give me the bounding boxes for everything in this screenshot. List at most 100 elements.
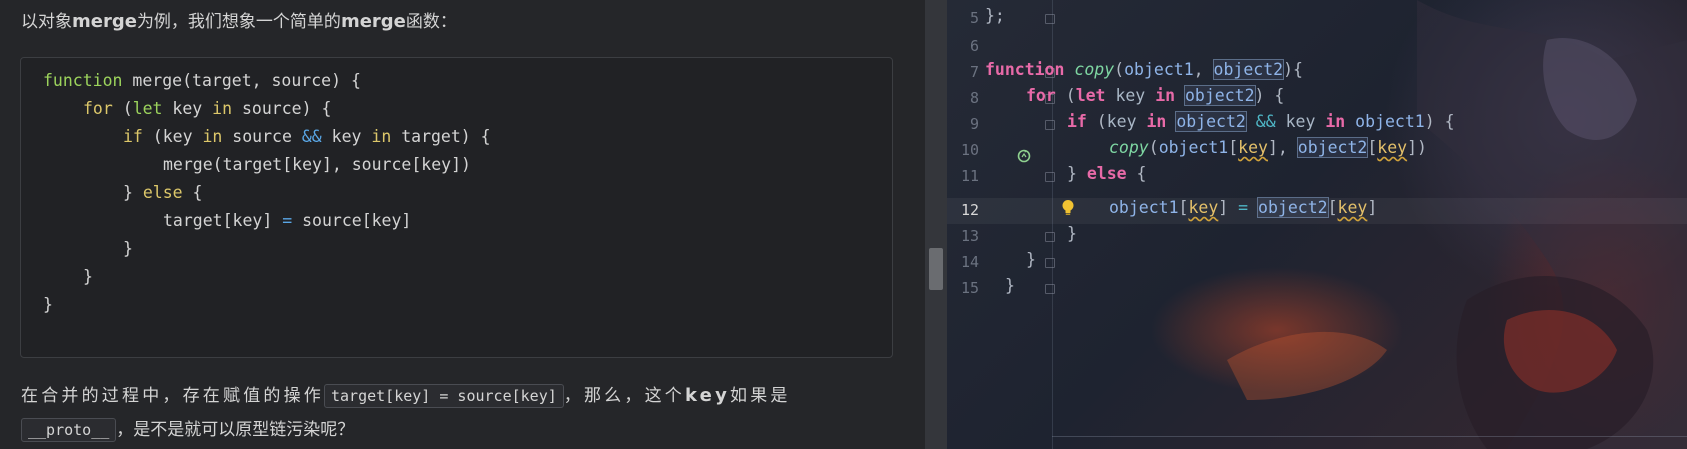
line-number: 5 bbox=[969, 9, 979, 27]
intro-text: 函数： bbox=[405, 12, 457, 32]
code-token: ( bbox=[112, 99, 133, 118]
paragraph-text: ，是不是就可以原型链污染呢？ bbox=[116, 420, 355, 440]
line-number: 6 bbox=[969, 37, 979, 55]
intro-keyword-merge: merge bbox=[72, 11, 137, 32]
code-token: source bbox=[222, 127, 302, 146]
fold-marker[interactable] bbox=[1045, 232, 1055, 242]
line-number: 10 bbox=[960, 141, 979, 159]
code-token: object2 bbox=[1257, 197, 1329, 218]
scrollbar-thumb[interactable] bbox=[929, 248, 943, 290]
code-token: in bbox=[1146, 112, 1167, 131]
assignment-paragraph: 在合并的过程中，存在赋值的操作 target[key] = source[key]… bbox=[21, 381, 791, 408]
lightbulb-icon[interactable] bbox=[1061, 199, 1075, 217]
code-token: target[key] bbox=[163, 211, 283, 230]
code-line: function merge(target, source) { bbox=[43, 71, 361, 90]
code-token: in bbox=[371, 127, 392, 146]
fold-marker[interactable] bbox=[1045, 258, 1055, 268]
paragraph-text: ，那么，这个 bbox=[563, 386, 685, 406]
code-token: let bbox=[132, 99, 163, 118]
code-line: } bbox=[43, 295, 53, 314]
code-token: key bbox=[1188, 198, 1219, 217]
code-token: object2 bbox=[1296, 137, 1369, 158]
fold-marker[interactable] bbox=[1045, 14, 1055, 24]
code-token: for bbox=[1026, 86, 1056, 105]
editor-line-5[interactable]: }; bbox=[985, 6, 1005, 25]
code-line: } else { bbox=[123, 183, 203, 202]
code-token: key bbox=[1377, 138, 1408, 157]
editor-line-7[interactable]: function copy(object1, object2){ bbox=[985, 59, 1303, 80]
code-token: else bbox=[142, 183, 183, 202]
editor-line-10[interactable]: copy(object1[key], object2[key]) bbox=[1109, 137, 1427, 158]
code-token: in bbox=[1325, 112, 1346, 131]
code-token: key bbox=[1285, 112, 1316, 131]
code-token: copy bbox=[1109, 138, 1149, 157]
editor-line-14[interactable]: } bbox=[1026, 250, 1036, 269]
code-token: object1 bbox=[1124, 60, 1194, 79]
line-number: 7 bbox=[969, 63, 979, 81]
line-number: 8 bbox=[969, 89, 979, 107]
fold-marker[interactable] bbox=[1045, 172, 1055, 182]
code-token: target) { bbox=[391, 127, 491, 146]
code-token: for bbox=[83, 99, 113, 118]
code-token: if bbox=[1067, 112, 1087, 131]
code-token: merge(target, source) { bbox=[122, 71, 361, 90]
code-token: = bbox=[282, 211, 293, 230]
code-token: } bbox=[123, 183, 143, 202]
code-token: function bbox=[985, 60, 1065, 79]
code-token: object1 bbox=[1355, 112, 1425, 131]
code-line: for (let key in source) { bbox=[83, 99, 331, 118]
code-token: else bbox=[1086, 164, 1127, 183]
code-token: key bbox=[1115, 86, 1146, 105]
code-token: && bbox=[1255, 112, 1276, 131]
editor-line-9[interactable]: if (key in object2 && key in object1) { bbox=[1067, 111, 1455, 132]
code-token: object2 bbox=[1175, 111, 1247, 132]
intro-paragraph: 以对象merge为例，我们想象一个简单的merge函数： bbox=[21, 7, 457, 32]
line-number: 9 bbox=[969, 115, 979, 133]
intro-text: 为例，我们想象一个简单的 bbox=[136, 12, 341, 32]
editor-line-13[interactable]: } bbox=[1067, 224, 1077, 243]
code-token: key bbox=[1238, 138, 1268, 157]
editor-bottom-border bbox=[1052, 436, 1687, 449]
code-line: } bbox=[123, 239, 133, 258]
pane-scrollbar[interactable] bbox=[925, 0, 947, 449]
code-token: in bbox=[202, 127, 223, 146]
code-token: object1 bbox=[1109, 198, 1179, 217]
editor-line-11[interactable]: } else { bbox=[1067, 164, 1147, 183]
editor-line-8[interactable]: for (let key in object2) { bbox=[1026, 85, 1284, 106]
code-token: } bbox=[83, 267, 93, 286]
line-number: 15 bbox=[960, 279, 979, 297]
fold-marker[interactable] bbox=[1045, 284, 1055, 294]
code-token: object2 bbox=[1212, 59, 1285, 80]
code-line: target[key] = source[key] bbox=[163, 211, 411, 230]
code-token: }; bbox=[985, 6, 1005, 25]
code-token: object2 bbox=[1184, 85, 1256, 106]
code-line: if (key in source && key in target) { bbox=[123, 127, 491, 146]
editor-line-15[interactable]: } bbox=[1005, 276, 1015, 295]
fold-marker[interactable] bbox=[1045, 120, 1055, 130]
recursion-gutter-icon[interactable] bbox=[1017, 149, 1031, 163]
code-token: in bbox=[1155, 86, 1176, 105]
code-token: } bbox=[123, 239, 133, 258]
editor-line-12[interactable]: object1[key] = object2[key] bbox=[1109, 197, 1377, 218]
code-token: object1 bbox=[1158, 138, 1229, 157]
code-token: key bbox=[162, 99, 213, 118]
code-token: merge(target[key], source[key]) bbox=[163, 155, 471, 174]
keyword-key: key bbox=[684, 385, 731, 406]
article-pane: 以对象merge为例，我们想象一个简单的merge函数： function me… bbox=[0, 0, 925, 449]
inline-code: target[key] = source[key] bbox=[324, 384, 564, 408]
line-number: 11 bbox=[960, 167, 979, 185]
code-token: = bbox=[1238, 198, 1249, 217]
code-token: { bbox=[182, 183, 203, 202]
intro-text: 以对象 bbox=[21, 12, 72, 32]
code-token: in bbox=[212, 99, 233, 118]
code-editor[interactable]: 5 6 7 8 9 10 11 12 13 14 15 }; function … bbox=[947, 0, 1687, 449]
code-token: let bbox=[1075, 86, 1106, 105]
code-token: key bbox=[321, 127, 372, 146]
code-token: source) { bbox=[232, 99, 332, 118]
code-token: key bbox=[1106, 112, 1137, 131]
line-number: 14 bbox=[960, 253, 979, 271]
code-token: key bbox=[1337, 198, 1368, 217]
code-line: merge(target[key], source[key]) bbox=[163, 155, 471, 174]
code-token: function bbox=[43, 71, 123, 90]
line-number: 13 bbox=[960, 227, 979, 245]
